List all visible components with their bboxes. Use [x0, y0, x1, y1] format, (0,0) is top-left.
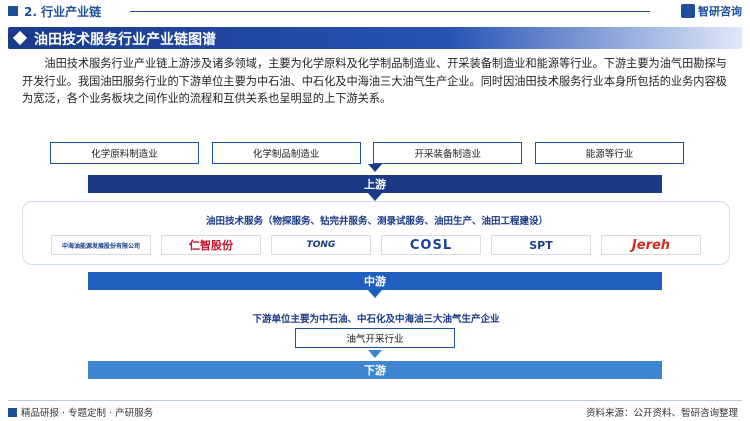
- footer-logo-icon: [8, 407, 17, 417]
- footer-tagline-text: 精品研报 · 专题定制 · 产研服务: [21, 408, 154, 419]
- down-arrow-icon: [368, 290, 382, 298]
- upstream-category: 化学制品制造业: [211, 142, 361, 164]
- page-footer: 精品研报 · 专题定制 · 产研服务 资料来源：公开资料、智研咨询整理: [0, 400, 750, 421]
- company-logo-tong: TONG: [271, 235, 371, 255]
- page-title: 油田技术服务行业产业链图谱: [34, 32, 216, 48]
- intro-paragraph: 油田技术服务行业产业链上游涉及诸多领域，主要为化学原料及化学制品制造业、开采装备…: [22, 57, 727, 105]
- upstream-category: 开采装备制造业: [373, 142, 523, 164]
- upstream-categories: 化学原料制造业 化学制品制造业 开采装备制造业 能源等行业: [50, 142, 684, 164]
- title-banner: 油田技术服务行业产业链图谱: [8, 27, 742, 49]
- industry-chain-diagram: 化学原料制造业 化学制品制造业 开采装备制造业 能源等行业 上游 油田技术服务（…: [22, 128, 730, 400]
- brand-logo: 智研咨询: [681, 3, 742, 19]
- source-note: 资料来源：公开资料、智研咨询整理: [585, 408, 738, 419]
- upstream-category: 能源等行业: [534, 142, 684, 164]
- company-logo-renzhi: 仁智股份: [161, 235, 261, 255]
- page-header: 2. 行业产业链 智研咨询: [0, 0, 750, 22]
- company-logo-cosl: COSL: [381, 235, 481, 255]
- company-logo-cnooc-energy: 中海油能源发展股份有限公司: [51, 235, 151, 255]
- upstream-bar: 上游: [88, 175, 662, 193]
- down-arrow-icon: [368, 350, 382, 358]
- brand-logo-text: 智研咨询: [698, 5, 742, 18]
- header-rule: [130, 11, 650, 12]
- footer-rule: [8, 400, 742, 401]
- down-arrow-icon: [368, 164, 382, 172]
- company-logo-spt: SPT: [491, 235, 591, 255]
- company-logo-jereh: Jereh: [601, 235, 701, 255]
- section-title: 2. 行业产业链: [24, 5, 102, 19]
- downstream-bar: 下游: [88, 361, 662, 379]
- midstream-panel: 油田技术服务（物探服务、钻完井服务、测录试服务、油田生产、油田工程建设） 中海油…: [22, 201, 730, 265]
- downstream-industry-box: 油气开采行业: [295, 328, 455, 348]
- down-arrow-icon: [368, 193, 382, 201]
- upstream-category: 化学原料制造业: [50, 142, 199, 164]
- footer-tagline: 精品研报 · 专题定制 · 产研服务: [8, 405, 153, 419]
- brand-logo-icon: [681, 4, 695, 18]
- section-marker-icon: [8, 6, 18, 16]
- downstream-caption: 下游单位主要为中石油、中石化及中海油三大油气生产企业: [252, 314, 500, 325]
- midstream-bar: 中游: [88, 272, 662, 290]
- midstream-caption: 油田技术服务（物探服务、钻完井服务、测录试服务、油田生产、油田工程建设）: [205, 216, 548, 227]
- company-logos: 中海油能源发展股份有限公司 仁智股份 TONG COSL SPT Jereh: [51, 235, 701, 255]
- diamond-icon: [12, 30, 28, 46]
